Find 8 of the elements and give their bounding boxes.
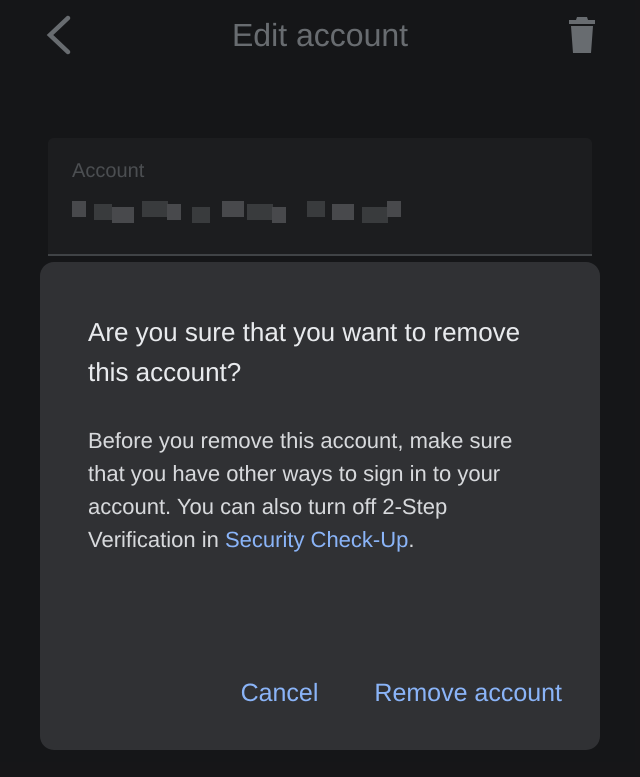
cancel-button[interactable]: Cancel: [236, 673, 322, 714]
dialog-title: Are you sure that you want to remove this account?: [88, 316, 522, 389]
back-icon: [44, 15, 72, 55]
dialog-message: Before you remove this account, make sure that you have other ways to sign in to your account. You can also turn off 2-Step Verification in Security Check-Up.: [88, 427, 514, 554]
trash-icon: [568, 17, 596, 53]
security-link[interactable]: Security Check-Up: [224, 527, 408, 552]
confirm-button[interactable]: Remove account: [370, 673, 566, 714]
page-title: Edit account: [232, 16, 408, 54]
